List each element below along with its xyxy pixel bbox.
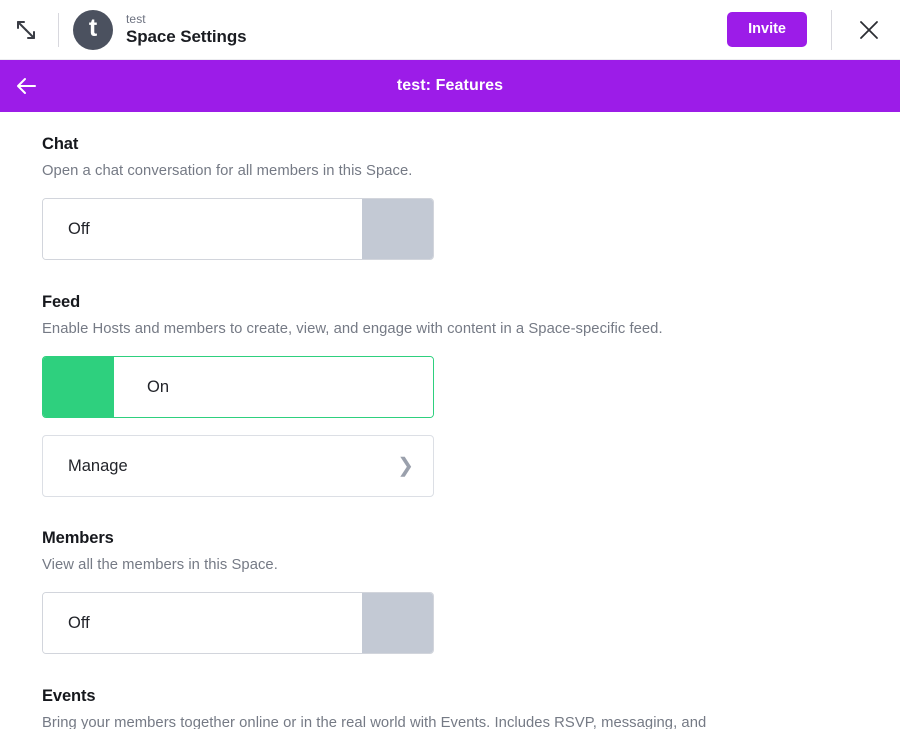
manage-feed-label: Manage: [68, 457, 128, 476]
avatar: t: [73, 10, 113, 50]
section-description-members: View all the members in this Space.: [42, 557, 900, 573]
section-members: Members View all the members in this Spa…: [42, 529, 900, 654]
features-banner: test: Features: [0, 60, 900, 112]
section-description-events: Bring your members together online or in…: [42, 715, 900, 729]
toggle-members-knob: [362, 593, 433, 653]
chevron-right-icon: ❯: [397, 456, 414, 476]
back-arrow-icon[interactable]: [4, 63, 50, 109]
section-title-feed: Feed: [42, 293, 900, 312]
invite-button[interactable]: Invite: [727, 12, 807, 47]
topbar-right-divider: [831, 10, 832, 50]
section-title-chat: Chat: [42, 135, 900, 154]
section-feed: Feed Enable Hosts and members to create,…: [42, 293, 900, 497]
features-list: Chat Open a chat conversation for all me…: [0, 112, 900, 729]
section-title-events: Events: [42, 687, 900, 706]
space-name-label: test: [126, 12, 246, 26]
toggle-feed-knob: [43, 357, 114, 417]
banner-title: test: Features: [0, 77, 900, 95]
top-bar: t test Space Settings Invite: [0, 0, 900, 60]
toggle-members[interactable]: Off: [42, 592, 434, 654]
section-events: Events Bring your members together onlin…: [42, 687, 900, 729]
title-block: test Space Settings: [126, 12, 246, 47]
toggle-chat-label: Off: [43, 199, 362, 259]
section-title-members: Members: [42, 529, 900, 548]
topbar-left-divider: [58, 13, 59, 47]
section-chat: Chat Open a chat conversation for all me…: [42, 135, 900, 260]
close-icon[interactable]: [852, 13, 886, 47]
expand-diagonal-icon[interactable]: [4, 8, 48, 52]
avatar-letter: t: [89, 16, 97, 41]
section-description-chat: Open a chat conversation for all members…: [42, 163, 900, 179]
toggle-feed[interactable]: On: [42, 356, 434, 418]
toggle-members-label: Off: [43, 593, 362, 653]
section-description-feed: Enable Hosts and members to create, view…: [42, 321, 900, 337]
manage-feed-row[interactable]: Manage ❯: [42, 435, 434, 497]
topbar-right-group: Invite: [727, 0, 900, 59]
toggle-feed-label: On: [114, 357, 433, 417]
toggle-chat-knob: [362, 199, 433, 259]
page-title: Space Settings: [126, 26, 246, 47]
toggle-chat[interactable]: Off: [42, 198, 434, 260]
